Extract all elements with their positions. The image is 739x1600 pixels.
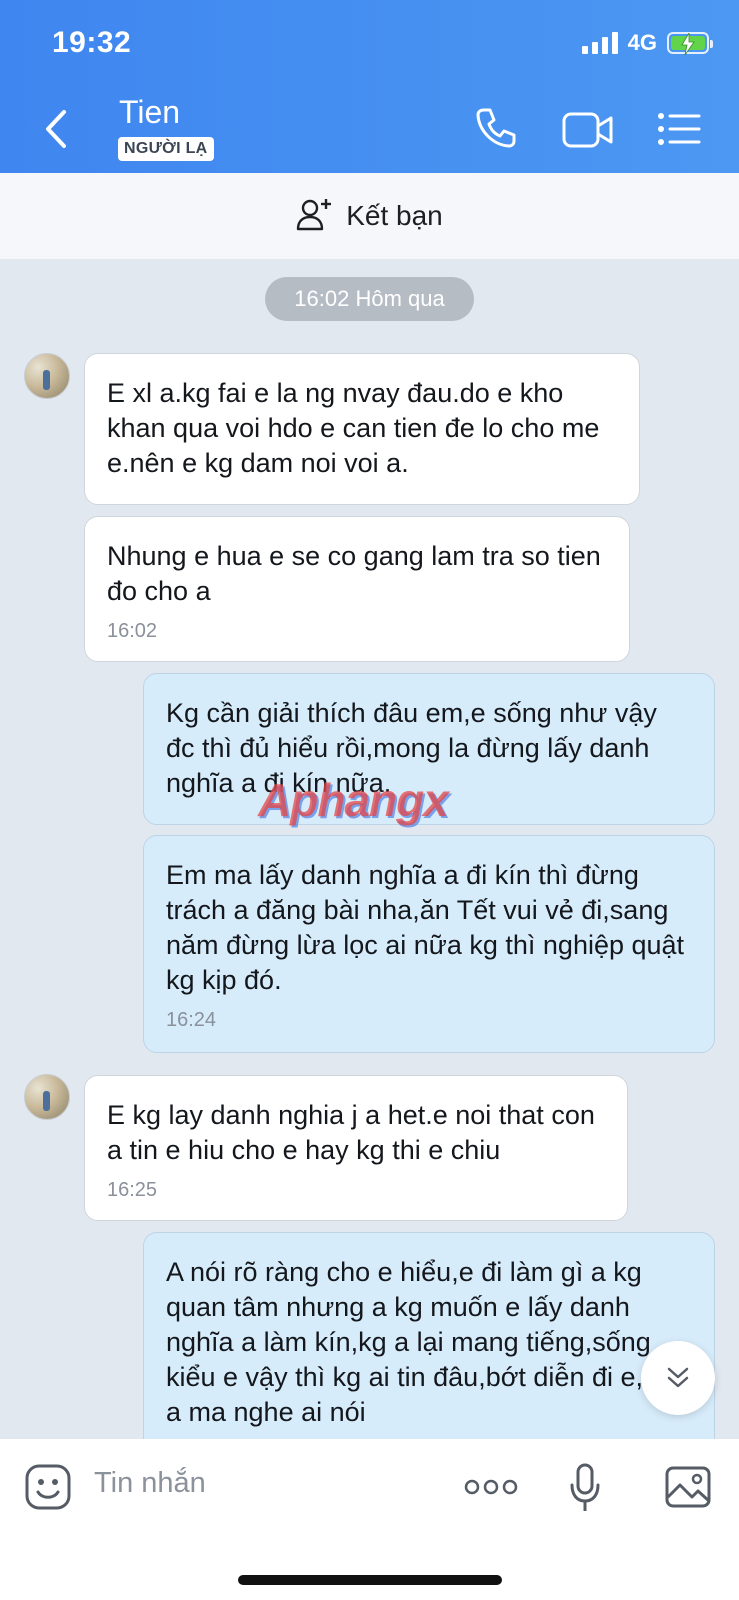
home-indicator <box>238 1575 502 1585</box>
message-bubble-incoming[interactable]: E kg lay danh nghia j a het.e noi that c… <box>84 1075 628 1221</box>
network-label: 4G <box>627 30 657 55</box>
message-text: E xl a.kg fai e la ng nvay đau.do e kho … <box>107 378 600 478</box>
menu-list-icon[interactable] <box>657 112 701 151</box>
microphone-icon[interactable] <box>568 1463 602 1520</box>
stranger-badge: NGƯỜI LẠ <box>118 137 214 161</box>
sticker-icon[interactable] <box>24 1463 72 1516</box>
back-icon[interactable] <box>40 106 74 152</box>
add-friend-bar[interactable]: Kết bạn <box>0 173 739 259</box>
signal-icon <box>581 32 618 54</box>
message-bubble-incoming[interactable]: E xl a.kg fai e la ng nvay đau.do e kho … <box>84 353 640 505</box>
contact-name[interactable]: Tien <box>119 94 180 131</box>
message-text: A nói rõ ràng cho e hiểu,e đi làm gì a k… <box>166 1257 687 1427</box>
avatar[interactable] <box>24 353 70 399</box>
phone-icon[interactable] <box>474 106 518 155</box>
avatar[interactable] <box>24 1074 70 1120</box>
message-text: Kg cần giải thích đâu em,e sống như vậy … <box>166 698 657 798</box>
message-text: E kg lay danh nghia j a het.e noi that c… <box>107 1100 595 1165</box>
message-bubble-outgoing[interactable]: A nói rõ ràng cho e hiểu,e đi làm gì a k… <box>143 1232 715 1462</box>
image-gallery-icon[interactable] <box>664 1465 712 1514</box>
message-bubble-outgoing[interactable]: Kg cần giải thích đâu em,e sống như vậy … <box>143 673 715 825</box>
double-chevron-down-icon <box>667 1367 689 1388</box>
message-bubble-outgoing[interactable]: Em ma lấy danh nghĩa a đi kín thì đừng t… <box>143 835 715 1053</box>
add-friend-icon <box>296 197 332 236</box>
video-call-icon[interactable] <box>562 110 614 155</box>
scroll-to-bottom-button[interactable] <box>641 1341 715 1415</box>
message-text: Em ma lấy danh nghĩa a đi kín thì đừng t… <box>166 860 685 995</box>
message-text: Nhung e hua e se co gang lam tra so tien… <box>107 541 601 606</box>
status-time: 19:32 <box>52 26 132 59</box>
message-bubble-incoming[interactable]: Nhung e hua e se co gang lam tra so tien… <box>84 516 630 662</box>
message-time: 16:25 <box>107 1179 158 1201</box>
message-time: 16:24 <box>166 1009 217 1031</box>
status-indicators: 4G <box>581 30 713 56</box>
chat-header: 19:32 4G Tien NGƯỜI LẠ <box>0 0 739 173</box>
message-input[interactable]: Tin nhắn <box>94 1467 206 1500</box>
message-time: 16:02 <box>107 620 158 642</box>
message-input-bar: Tin nhắn <box>0 1439 739 1600</box>
battery-icon <box>667 32 713 55</box>
date-separator: 16:02 Hôm qua <box>265 277 474 321</box>
add-friend-label: Kết bạn <box>346 200 443 231</box>
more-options-icon[interactable] <box>464 1477 518 1502</box>
